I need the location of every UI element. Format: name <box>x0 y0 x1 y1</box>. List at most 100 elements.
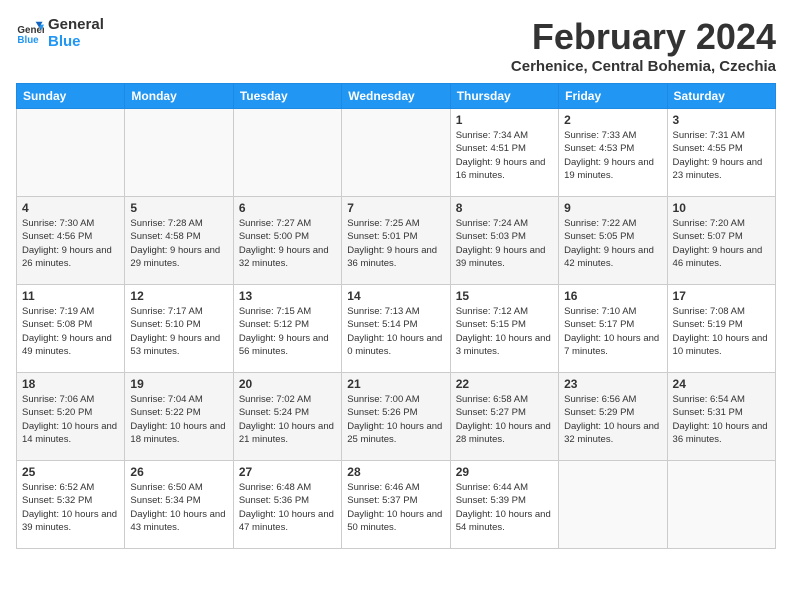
weekday-header-thursday: Thursday <box>450 84 558 109</box>
day-number: 13 <box>239 289 336 303</box>
calendar-cell: 1 Sunrise: 7:34 AMSunset: 4:51 PMDaylight… <box>450 109 558 197</box>
calendar-cell: 4Sunrise: 7:30 AMSunset: 4:56 PMDaylight… <box>17 197 125 285</box>
calendar-cell <box>17 109 125 197</box>
calendar-cell: 20 Sunrise: 7:02 AMSunset: 5:24 PMDayligh… <box>233 373 341 461</box>
title-block: February 2024 Cerhenice, Central Bohemia… <box>511 16 776 75</box>
day-number: 5 <box>130 201 227 215</box>
page-header: General Blue General Blue February 2024 … <box>16 16 776 75</box>
calendar-cell: 15Sunrise: 7:12 AMSunset: 5:15 PMDayligh… <box>450 285 558 373</box>
cell-sun-info: Sunrise: 7:24 AMSunset: 5:03 PMDaylight:… <box>456 217 553 270</box>
calendar-cell: 10 Sunrise: 7:20 AMSunset: 5:07 PMDayligh… <box>667 197 775 285</box>
calendar-cell: 24Sunrise: 6:54 AMSunset: 5:31 PMDayligh… <box>667 373 775 461</box>
calendar-cell: 26Sunrise: 6:50 AMSunset: 5:34 PMDayligh… <box>125 461 233 549</box>
calendar-cell: 12 Sunrise: 7:17 AMSunset: 5:10 PMDayligh… <box>125 285 233 373</box>
calendar-cell <box>233 109 341 197</box>
cell-sun-info: Sunrise: 7:06 AMSunset: 5:20 PMDaylight:… <box>22 393 119 446</box>
day-number: 22 <box>456 377 553 391</box>
weekday-header-friday: Friday <box>559 84 667 109</box>
cell-sun-info: Sunrise: 7:31 AMSunset: 4:55 PMDaylight:… <box>673 129 770 182</box>
calendar-cell: 7 Sunrise: 7:25 AMSunset: 5:01 PMDaylight… <box>342 197 450 285</box>
calendar-cell <box>667 461 775 549</box>
cell-sun-info: Sunrise: 7:08 AMSunset: 5:19 PMDaylight:… <box>673 305 770 358</box>
cell-sun-info: Sunrise: 7:34 AMSunset: 4:51 PMDaylight:… <box>456 129 553 182</box>
cell-sun-info: Sunrise: 7:28 AMSunset: 4:58 PMDaylight:… <box>130 217 227 270</box>
calendar-week-row: 1 Sunrise: 7:34 AMSunset: 4:51 PMDaylight… <box>17 109 776 197</box>
calendar-cell <box>559 461 667 549</box>
day-number: 20 <box>239 377 336 391</box>
calendar-cell: 14 Sunrise: 7:13 AMSunset: 5:14 PMDayligh… <box>342 285 450 373</box>
calendar-cell <box>125 109 233 197</box>
day-number: 21 <box>347 377 444 391</box>
logo: General Blue General Blue <box>16 16 104 50</box>
day-number: 24 <box>673 377 770 391</box>
calendar-cell: 16Sunrise: 7:10 AMSunset: 5:17 PMDayligh… <box>559 285 667 373</box>
calendar-cell: 27 Sunrise: 6:48 AMSunset: 5:36 PMDayligh… <box>233 461 341 549</box>
cell-sun-info: Sunrise: 7:12 AMSunset: 5:15 PMDaylight:… <box>456 305 553 358</box>
cell-sun-info: Sunrise: 7:25 AMSunset: 5:01 PMDaylight:… <box>347 217 444 270</box>
calendar-cell: 5 Sunrise: 7:28 AMSunset: 4:58 PMDaylight… <box>125 197 233 285</box>
day-number: 1 <box>456 113 553 127</box>
calendar-week-row: 4Sunrise: 7:30 AMSunset: 4:56 PMDaylight… <box>17 197 776 285</box>
day-number: 23 <box>564 377 661 391</box>
logo-blue: Blue <box>48 33 104 50</box>
cell-sun-info: Sunrise: 7:19 AMSunset: 5:08 PMDaylight:… <box>22 305 119 358</box>
day-number: 25 <box>22 465 119 479</box>
weekday-header-saturday: Saturday <box>667 84 775 109</box>
calendar-cell: 2Sunrise: 7:33 AMSunset: 4:53 PMDaylight… <box>559 109 667 197</box>
cell-sun-info: Sunrise: 7:13 AMSunset: 5:14 PMDaylight:… <box>347 305 444 358</box>
day-number: 11 <box>22 289 119 303</box>
day-number: 29 <box>456 465 553 479</box>
logo-general: General <box>48 16 104 33</box>
day-number: 7 <box>347 201 444 215</box>
cell-sun-info: Sunrise: 6:48 AMSunset: 5:36 PMDaylight:… <box>239 481 336 534</box>
weekday-header-row: SundayMondayTuesdayWednesdayThursdayFrid… <box>17 84 776 109</box>
calendar-cell <box>342 109 450 197</box>
svg-text:Blue: Blue <box>17 35 39 46</box>
month-year-title: February 2024 <box>511 16 776 58</box>
weekday-header-wednesday: Wednesday <box>342 84 450 109</box>
weekday-header-monday: Monday <box>125 84 233 109</box>
day-number: 16 <box>564 289 661 303</box>
calendar-week-row: 11 Sunrise: 7:19 AMSunset: 5:08 PMDayligh… <box>17 285 776 373</box>
day-number: 19 <box>130 377 227 391</box>
cell-sun-info: Sunrise: 6:52 AMSunset: 5:32 PMDaylight:… <box>22 481 119 534</box>
day-number: 27 <box>239 465 336 479</box>
calendar-cell: 28Sunrise: 6:46 AMSunset: 5:37 PMDayligh… <box>342 461 450 549</box>
day-number: 14 <box>347 289 444 303</box>
day-number: 8 <box>456 201 553 215</box>
calendar-cell: 3 Sunrise: 7:31 AMSunset: 4:55 PMDaylight… <box>667 109 775 197</box>
day-number: 2 <box>564 113 661 127</box>
day-number: 9 <box>564 201 661 215</box>
day-number: 4 <box>22 201 119 215</box>
cell-sun-info: Sunrise: 7:02 AMSunset: 5:24 PMDaylight:… <box>239 393 336 446</box>
day-number: 10 <box>673 201 770 215</box>
calendar-cell: 22 Sunrise: 6:58 AMSunset: 5:27 PMDayligh… <box>450 373 558 461</box>
cell-sun-info: Sunrise: 7:00 AMSunset: 5:26 PMDaylight:… <box>347 393 444 446</box>
cell-sun-info: Sunrise: 7:15 AMSunset: 5:12 PMDaylight:… <box>239 305 336 358</box>
day-number: 6 <box>239 201 336 215</box>
calendar-cell: 23 Sunrise: 6:56 AMSunset: 5:29 PMDayligh… <box>559 373 667 461</box>
cell-sun-info: Sunrise: 7:04 AMSunset: 5:22 PMDaylight:… <box>130 393 227 446</box>
cell-sun-info: Sunrise: 7:27 AMSunset: 5:00 PMDaylight:… <box>239 217 336 270</box>
cell-sun-info: Sunrise: 6:46 AMSunset: 5:37 PMDaylight:… <box>347 481 444 534</box>
day-number: 17 <box>673 289 770 303</box>
cell-sun-info: Sunrise: 6:44 AMSunset: 5:39 PMDaylight:… <box>456 481 553 534</box>
location-subtitle: Cerhenice, Central Bohemia, Czechia <box>511 58 776 75</box>
calendar-table: SundayMondayTuesdayWednesdayThursdayFrid… <box>16 83 776 549</box>
day-number: 26 <box>130 465 227 479</box>
calendar-cell: 25 Sunrise: 6:52 AMSunset: 5:32 PMDayligh… <box>17 461 125 549</box>
calendar-cell: 6 Sunrise: 7:27 AMSunset: 5:00 PMDaylight… <box>233 197 341 285</box>
day-number: 12 <box>130 289 227 303</box>
cell-sun-info: Sunrise: 6:56 AMSunset: 5:29 PMDaylight:… <box>564 393 661 446</box>
cell-sun-info: Sunrise: 6:58 AMSunset: 5:27 PMDaylight:… <box>456 393 553 446</box>
calendar-cell: 18Sunrise: 7:06 AMSunset: 5:20 PMDayligh… <box>17 373 125 461</box>
cell-sun-info: Sunrise: 7:17 AMSunset: 5:10 PMDaylight:… <box>130 305 227 358</box>
calendar-cell: 11 Sunrise: 7:19 AMSunset: 5:08 PMDayligh… <box>17 285 125 373</box>
calendar-cell: 21 Sunrise: 7:00 AMSunset: 5:26 PMDayligh… <box>342 373 450 461</box>
cell-sun-info: Sunrise: 7:22 AMSunset: 5:05 PMDaylight:… <box>564 217 661 270</box>
day-number: 3 <box>673 113 770 127</box>
calendar-cell: 8 Sunrise: 7:24 AMSunset: 5:03 PMDaylight… <box>450 197 558 285</box>
logo-icon: General Blue <box>16 19 44 47</box>
cell-sun-info: Sunrise: 7:20 AMSunset: 5:07 PMDaylight:… <box>673 217 770 270</box>
calendar-week-row: 25 Sunrise: 6:52 AMSunset: 5:32 PMDayligh… <box>17 461 776 549</box>
